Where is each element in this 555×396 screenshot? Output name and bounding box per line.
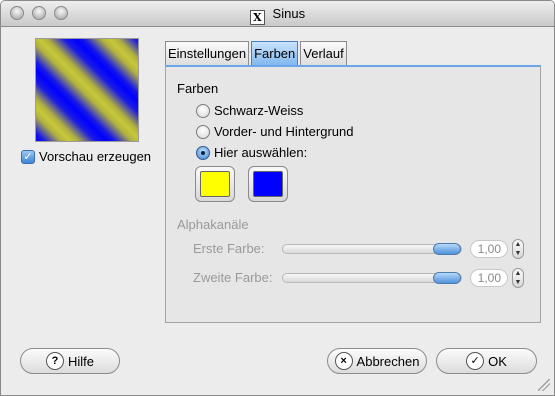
preview-checkbox[interactable]: ✓ xyxy=(21,149,35,164)
window-title-area: X Sinus xyxy=(1,6,554,25)
title-bar[interactable]: X Sinus xyxy=(1,1,554,27)
tab-verlauf[interactable]: Verlauf xyxy=(300,41,347,66)
first-alpha-stepper[interactable]: ▲ ▼ xyxy=(512,239,524,259)
second-color-label: Zweite Farbe: xyxy=(193,270,273,285)
dialog-window: X Sinus ✓ Vorschau erzeugen Einstellunge… xyxy=(0,0,555,396)
preview-checkbox-row[interactable]: ✓ Vorschau erzeugen xyxy=(21,149,151,164)
ok-button[interactable]: ✓ OK xyxy=(436,348,537,374)
radio-button[interactable] xyxy=(196,124,210,139)
cancel-button-label: Abbrechen xyxy=(356,353,420,369)
radio-vorder-hintergrund[interactable]: Vorder- und Hintergrund xyxy=(196,124,353,139)
tab-einstellungen[interactable]: Einstellungen xyxy=(165,41,250,66)
preview-image xyxy=(35,38,139,142)
tab-farben[interactable]: Farben xyxy=(251,41,299,66)
radio-label[interactable]: Hier auswählen: xyxy=(214,145,307,160)
color2-swatch xyxy=(253,171,283,197)
radio-label[interactable]: Vorder- und Hintergrund xyxy=(214,124,353,139)
tab-panel-farben: Farben Schwarz-Weiss Vorder- und Hinterg… xyxy=(165,65,541,323)
second-alpha-knob[interactable] xyxy=(433,272,461,284)
second-alpha-stepper[interactable]: ▲ ▼ xyxy=(512,268,524,288)
radio-button[interactable] xyxy=(196,103,210,118)
window-title: Sinus xyxy=(272,6,306,21)
ok-button-label: OK xyxy=(488,353,507,369)
first-alpha-input[interactable]: 1,00 xyxy=(470,240,508,258)
alpha-section-title: Alphakanäle xyxy=(177,217,249,232)
radio-schwarz-weiss[interactable]: Schwarz-Weiss xyxy=(196,103,303,118)
second-alpha-input[interactable]: 1,00 xyxy=(470,269,508,287)
x11-app-icon: X xyxy=(249,10,265,25)
first-color-label: Erste Farbe: xyxy=(193,241,265,256)
farben-section-title: Farben xyxy=(177,81,219,96)
help-icon: ? xyxy=(45,352,64,370)
help-button-label: Hilfe xyxy=(67,353,94,369)
color1-button[interactable] xyxy=(195,166,235,202)
first-alpha-knob[interactable] xyxy=(433,243,461,255)
resize-grip[interactable] xyxy=(538,379,550,391)
ok-icon: ✓ xyxy=(466,352,485,370)
cancel-icon: × xyxy=(334,352,353,370)
color2-button[interactable] xyxy=(248,166,288,202)
help-button[interactable]: ? Hilfe xyxy=(20,348,120,374)
cancel-button[interactable]: × Abbrechen xyxy=(327,348,427,374)
tab-bar: Einstellungen Farben Verlauf xyxy=(165,41,349,66)
radio-label[interactable]: Schwarz-Weiss xyxy=(214,103,303,118)
preview-checkbox-label[interactable]: Vorschau erzeugen xyxy=(39,149,151,164)
color1-swatch xyxy=(200,171,230,197)
radio-hier-auswaehlen[interactable]: Hier auswählen: xyxy=(196,145,307,160)
radio-button[interactable] xyxy=(196,145,210,160)
